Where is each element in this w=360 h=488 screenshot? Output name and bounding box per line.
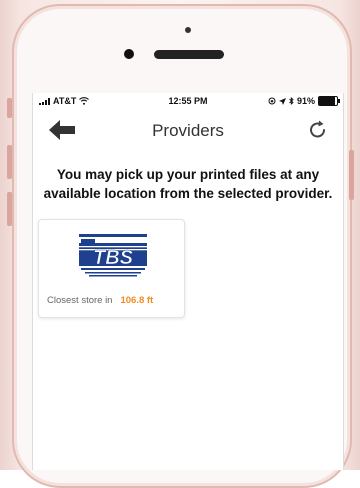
refresh-icon [310,120,325,138]
navigation-bar: Providers [33,111,343,151]
page-title: Providers [152,121,224,140]
closest-store-distance: 106.8 ft [120,295,154,306]
bluetooth-icon [289,97,294,105]
proximity-sensor [185,27,191,33]
closest-store-label: Closest store in [47,295,113,306]
refresh-button[interactable] [307,119,329,141]
volume-down-button [7,192,12,226]
provider-card[interactable]: TBS Closest store in 106.8 ft [38,219,185,318]
pickup-instructions: You may pick up your printed files at an… [43,167,333,201]
power-button [349,150,354,200]
provider-logo: TBS [79,234,147,277]
earpiece-speaker [154,50,224,59]
front-camera [124,49,134,59]
location-arrow-icon [278,97,286,105]
status-bar: AT&T 12:55 PM 91% [33,93,343,111]
battery-icon [318,96,340,106]
battery-percent: 91% [296,96,315,106]
app-screen: AT&T 12:55 PM 91% Providers You may pick… [32,93,344,470]
status-right-group: 91% [268,96,340,106]
mute-switch [7,98,12,118]
battery-level [319,97,336,105]
orientation-lock-icon [268,97,276,105]
volume-up-button [7,145,12,179]
closest-store-row: Closest store in 106.8 ft [47,295,153,306]
provider-logo-text: TBS [93,247,134,269]
